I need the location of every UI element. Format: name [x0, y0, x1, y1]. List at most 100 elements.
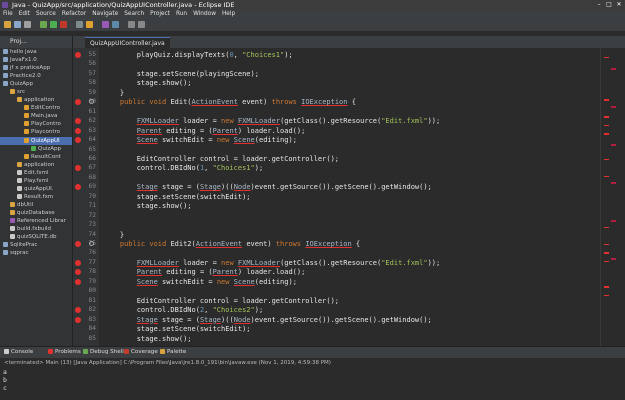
fold-toggle-icon[interactable] [89, 241, 94, 246]
tree-item-label: dbUtil [17, 201, 34, 208]
tree-item[interactable]: hello java [0, 48, 72, 56]
tree-item[interactable]: Practice2.0 [0, 72, 72, 80]
error-marker-icon[interactable] [75, 99, 81, 106]
maximize-button[interactable]: □ [605, 1, 613, 9]
tab-debug-shell[interactable]: Debug Shell [83, 349, 124, 355]
tree-item[interactable]: quizDatabase [0, 209, 72, 217]
error-overview-mark[interactable] [604, 286, 609, 288]
warning-overview-mark[interactable] [611, 258, 616, 260]
tree-item[interactable]: jf x praticeApp [0, 64, 72, 72]
tree-item[interactable]: EditContro [0, 104, 72, 112]
line-number: 67 [88, 164, 96, 172]
coverage-tab-icon [124, 349, 129, 354]
tree-item-label: quizAppUI. [24, 185, 54, 192]
tree-item-label: Referenced Librar [17, 217, 66, 224]
menu-help[interactable]: Help [219, 10, 238, 19]
tree-item[interactable]: Play.fxml [0, 177, 72, 185]
error-overview-mark[interactable] [604, 294, 609, 297]
warning-overview-mark[interactable] [611, 182, 616, 184]
error-marker-icon[interactable] [75, 118, 81, 125]
tab-console[interactable]: Console [4, 349, 33, 355]
error-overview-mark[interactable] [604, 252, 609, 254]
minimize-button[interactable]: – [595, 1, 603, 9]
tree-item[interactable]: QuizApp [0, 80, 72, 88]
error-overview-mark[interactable] [604, 124, 609, 127]
tab-problems[interactable]: Problems [48, 349, 81, 355]
menu-project[interactable]: Project [147, 10, 173, 19]
close-button[interactable]: ✕ [615, 1, 623, 9]
search-icon[interactable] [112, 21, 119, 28]
tree-item[interactable]: ResultCont [0, 153, 72, 161]
menu-refactor[interactable]: Refactor [59, 10, 89, 19]
tree-item[interactable]: Edit.fxml [0, 169, 72, 177]
debug-icon[interactable] [40, 21, 47, 28]
error-marker-icon[interactable] [75, 52, 81, 58]
error-overview-mark[interactable] [604, 56, 609, 59]
tab-coverage[interactable]: Coverage [124, 349, 158, 355]
error-overview-mark[interactable] [604, 133, 609, 135]
warning-overview-mark[interactable] [611, 144, 616, 146]
menu-edit[interactable]: Edit [16, 10, 33, 19]
error-marker-icon[interactable] [75, 269, 81, 276]
tree-item[interactable]: QuizAppUI [0, 136, 72, 145]
back-icon[interactable] [128, 21, 135, 28]
new-package-icon[interactable] [76, 21, 83, 28]
menu-file[interactable]: File [0, 10, 16, 19]
editor-tab-label: QuizAppUIController.java [90, 40, 165, 47]
error-overview-mark[interactable] [604, 99, 609, 101]
code-editor[interactable]: playQuiz.displayTexts(0, "Choices1"); st… [99, 48, 600, 346]
error-overview-mark[interactable] [604, 175, 609, 178]
error-marker-icon[interactable] [75, 184, 81, 191]
tree-item[interactable]: quizAppUI. [0, 185, 72, 193]
forward-icon[interactable] [138, 21, 145, 28]
tree-item[interactable]: application [0, 96, 72, 104]
tree-item[interactable]: JavaFx1.0 [0, 56, 72, 64]
tree-item[interactable]: application [0, 161, 72, 169]
tree-item[interactable]: Main.java [0, 112, 72, 120]
error-overview-mark[interactable] [604, 243, 609, 246]
menu-window[interactable]: Window [190, 10, 219, 19]
error-marker-icon[interactable] [75, 316, 81, 323]
tree-item[interactable]: Result.fxm [0, 193, 72, 201]
package-explorer-header[interactable]: Proj... [0, 36, 72, 48]
error-marker-icon[interactable] [75, 307, 81, 314]
console-line: c [3, 384, 7, 392]
tree-item[interactable]: Playcontro [0, 128, 72, 136]
error-marker-icon[interactable] [75, 278, 81, 285]
print-icon[interactable] [24, 21, 31, 28]
tree-item[interactable]: sqprac [0, 249, 72, 257]
tab-palette[interactable]: Palette [160, 349, 186, 355]
save-icon[interactable] [14, 21, 21, 28]
error-marker-icon[interactable] [75, 259, 81, 266]
warning-overview-mark[interactable] [611, 220, 616, 222]
console-view[interactable]: <terminated> Main (13) [Java Application… [0, 358, 625, 400]
error-overview-mark[interactable] [604, 226, 609, 229]
menu-navigate[interactable]: Navigate [89, 10, 121, 19]
tree-item[interactable]: Referenced Librar [0, 217, 72, 225]
tree-item[interactable]: SqlitePrac [0, 241, 72, 249]
error-marker-icon[interactable] [75, 127, 81, 134]
error-marker-icon[interactable] [75, 241, 81, 247]
menu-source[interactable]: Source [33, 10, 59, 19]
tree-item[interactable]: QuizApp [0, 145, 72, 153]
menu-search[interactable]: Search [121, 10, 147, 19]
error-marker-icon[interactable] [75, 137, 81, 144]
tree-item[interactable]: dbUtil [0, 201, 72, 209]
overview-ruler[interactable] [600, 48, 625, 346]
error-overview-mark[interactable] [604, 158, 609, 161]
tree-item[interactable]: PlayContro [0, 120, 72, 128]
coverage-icon[interactable] [60, 21, 67, 28]
tree-item[interactable]: build.fxbuild [0, 225, 72, 233]
new-icon[interactable] [4, 21, 11, 28]
warning-overview-mark[interactable] [611, 106, 616, 108]
run-icon[interactable] [50, 21, 57, 28]
new-class-icon[interactable] [86, 21, 93, 28]
error-marker-icon[interactable] [75, 165, 81, 172]
tree-item[interactable]: quizSQLITE.db [0, 233, 72, 241]
error-overview-mark[interactable] [604, 260, 609, 263]
error-overview-mark[interactable] [604, 116, 609, 118]
menu-run[interactable]: Run [173, 10, 190, 19]
tree-item[interactable]: src [0, 88, 72, 96]
open-type-icon[interactable] [102, 21, 109, 28]
warning-overview-mark[interactable] [611, 68, 616, 70]
